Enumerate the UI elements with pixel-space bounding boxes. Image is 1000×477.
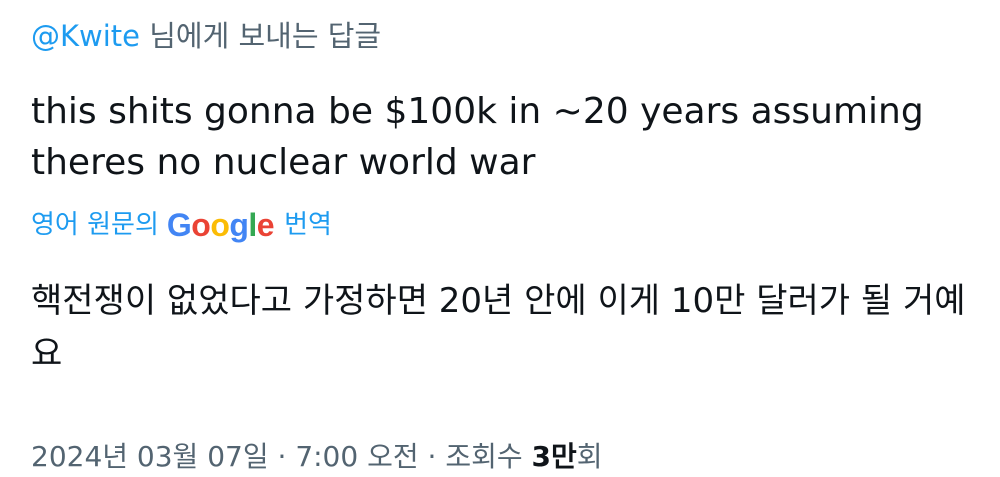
reply-suffix-text: 님에게 보내는 답글 (140, 19, 382, 53)
reply-handle-link[interactable]: @Kwite (31, 19, 140, 53)
translate-prefix: 영어 원문의 (31, 210, 159, 240)
translate-attribution[interactable]: 영어 원문의 Google 번역 (31, 205, 332, 245)
tweet-time[interactable]: 7:00 오전 (295, 440, 418, 473)
views-label: 조회수 (445, 440, 532, 473)
views-suffix: 회 (576, 440, 603, 473)
translated-tweet-text: 핵전쟁이 없었다고 가정하면 20년 안에 이게 10만 달러가 될 거예요 (31, 281, 966, 374)
tweet-date[interactable]: 2024년 03월 07일 (31, 440, 269, 473)
tweet-metadata: 2024년 03월 07일 · 7:00 오전 · 조회수 3만회 (31, 437, 603, 477)
tweet-text: this shits gonna be $100k in ~20 years a… (31, 91, 924, 183)
meta-separator: · (418, 440, 446, 473)
google-logo: Google (166, 207, 275, 243)
translate-suffix: 번역 (284, 210, 332, 240)
views-count: 3만 (531, 440, 577, 473)
meta-separator: · (268, 440, 296, 473)
replying-to-line: @Kwite 님에게 보내는 답글 (31, 16, 381, 56)
